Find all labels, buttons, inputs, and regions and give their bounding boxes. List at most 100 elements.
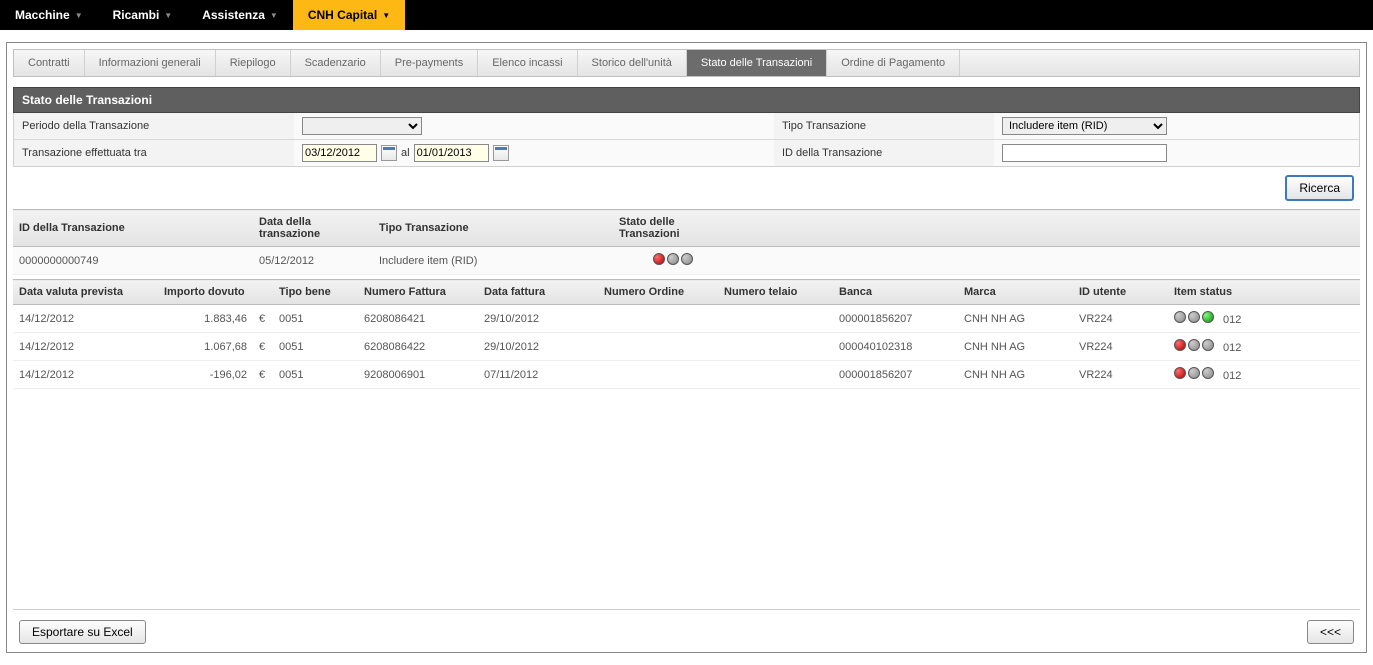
main-panel: Contratti Informazioni generali Riepilog…	[6, 42, 1367, 653]
cell-tipo-bene: 0051	[273, 361, 358, 389]
chevron-down-icon: ▼	[270, 11, 278, 20]
cell-currency: €	[253, 305, 273, 333]
status-indicator-icon	[1174, 311, 1214, 323]
calendar-icon[interactable]	[493, 145, 509, 161]
cell-num-ordine	[598, 361, 718, 389]
nav-label: CNH Capital	[308, 8, 377, 22]
tab-informazioni-generali[interactable]: Informazioni generali	[85, 50, 216, 76]
cell-data: 05/12/2012	[253, 247, 373, 275]
footer-bar: Esportare su Excel <<<	[13, 609, 1360, 646]
status-indicator-icon	[1174, 339, 1214, 351]
th-id-utente: ID utente	[1073, 280, 1168, 305]
cell-id: 0000000000749	[13, 247, 253, 275]
th-data-fattura: Data fattura	[478, 280, 598, 305]
tipo-select[interactable]: Includere item (RID)	[1002, 117, 1167, 135]
cell-num-fattura: 9208006901	[358, 361, 478, 389]
calendar-icon[interactable]	[381, 145, 397, 161]
cell-importo: -196,02	[158, 361, 253, 389]
cell-tipo-bene: 0051	[273, 333, 358, 361]
th-tipo: Tipo Transazione	[373, 210, 613, 247]
cell-data-valuta: 14/12/2012	[13, 305, 158, 333]
th-banca: Banca	[833, 280, 958, 305]
nav-assistenza[interactable]: Assistenza ▼	[187, 0, 293, 30]
date-from-input[interactable]	[302, 144, 377, 162]
transaction-table: ID della Transazione Data della transazi…	[13, 209, 1360, 275]
cell-importo: 1.883,46	[158, 305, 253, 333]
th-marca: Marca	[958, 280, 1073, 305]
periodo-select[interactable]	[302, 117, 422, 135]
cell-currency: €	[253, 361, 273, 389]
status-indicator-icon	[653, 253, 693, 265]
export-excel-button[interactable]: Esportare su Excel	[19, 620, 146, 644]
tab-elenco-incassi[interactable]: Elenco incassi	[478, 50, 577, 76]
idtrans-input[interactable]	[1002, 144, 1167, 162]
cell-currency: €	[253, 333, 273, 361]
section-title: Stato delle Transazioni	[13, 87, 1360, 113]
th-importo: Importo dovuto	[158, 280, 273, 305]
date-to-input[interactable]	[414, 144, 489, 162]
th-item-status: Item status	[1168, 280, 1360, 305]
date-separator: al	[401, 147, 410, 159]
cell-data-fattura: 07/11/2012	[478, 361, 598, 389]
cell-tipo-bene: 0051	[273, 305, 358, 333]
tab-riepilogo[interactable]: Riepilogo	[216, 50, 291, 76]
nav-macchine[interactable]: Macchine ▼	[0, 0, 98, 30]
th-blank	[733, 210, 1360, 247]
th-num-telaio: Numero telaio	[718, 280, 833, 305]
status-code: 012	[1220, 370, 1241, 382]
filter-panel: Periodo della Transazione Tipo Transazio…	[13, 113, 1360, 167]
cell-num-telaio	[718, 333, 833, 361]
cell-tipo: Includere item (RID)	[373, 247, 613, 275]
search-row: Ricerca	[13, 171, 1360, 205]
chevron-down-icon: ▼	[164, 11, 172, 20]
status-code: 012	[1220, 342, 1241, 354]
cell-banca: 000040102318	[833, 333, 958, 361]
cell-banca: 000001856207	[833, 361, 958, 389]
tab-pre-payments[interactable]: Pre-payments	[381, 50, 478, 76]
nav-cnh-capital[interactable]: CNH Capital ▼	[293, 0, 405, 30]
cell-item-status: 012	[1168, 361, 1360, 389]
table-row[interactable]: 14/12/20121.883,46€0051620808642129/10/2…	[13, 305, 1360, 333]
tab-stato-transazioni[interactable]: Stato delle Transazioni	[687, 50, 827, 76]
table-row[interactable]: 14/12/2012-196,02€0051920800690107/11/20…	[13, 361, 1360, 389]
detail-table: Data valuta prevista Importo dovuto Tipo…	[13, 279, 1360, 389]
cell-num-ordine	[598, 305, 718, 333]
cell-data-valuta: 14/12/2012	[13, 333, 158, 361]
nav-label: Assistenza	[202, 8, 265, 22]
cell-banca: 000001856207	[833, 305, 958, 333]
table-row[interactable]: 14/12/20121.067,68€0051620808642229/10/2…	[13, 333, 1360, 361]
cell-num-telaio	[718, 305, 833, 333]
chevron-down-icon: ▼	[75, 11, 83, 20]
transaction-row[interactable]: 0000000000749 05/12/2012 Includere item …	[13, 247, 1360, 275]
th-num-ordine: Numero Ordine	[598, 280, 718, 305]
cell-importo: 1.067,68	[158, 333, 253, 361]
periodo-label: Periodo della Transazione	[14, 113, 294, 139]
nav-label: Ricambi	[113, 8, 160, 22]
th-tipo-bene: Tipo bene	[273, 280, 358, 305]
cell-id-utente: VR224	[1073, 361, 1168, 389]
cell-id-utente: VR224	[1073, 305, 1168, 333]
cell-id-utente: VR224	[1073, 333, 1168, 361]
cell-num-ordine	[598, 333, 718, 361]
cell-data-fattura: 29/10/2012	[478, 305, 598, 333]
tab-scadenzario[interactable]: Scadenzario	[291, 50, 381, 76]
cell-num-fattura: 6208086422	[358, 333, 478, 361]
th-data-valuta: Data valuta prevista	[13, 280, 158, 305]
search-button[interactable]: Ricerca	[1285, 175, 1354, 201]
cell-data-fattura: 29/10/2012	[478, 333, 598, 361]
th-num-fattura: Numero Fattura	[358, 280, 478, 305]
chevron-down-icon: ▼	[382, 11, 390, 20]
back-button[interactable]: <<<	[1307, 620, 1354, 644]
th-id: ID della Transazione	[13, 210, 253, 247]
tipo-label: Tipo Transazione	[774, 113, 994, 139]
tab-contratti[interactable]: Contratti	[14, 50, 85, 76]
cell-marca: CNH NH AG	[958, 333, 1073, 361]
tab-ordine-pagamento[interactable]: Ordine di Pagamento	[827, 50, 960, 76]
nav-ricambi[interactable]: Ricambi ▼	[98, 0, 188, 30]
cell-item-status: 012	[1168, 305, 1360, 333]
cell-num-fattura: 6208086421	[358, 305, 478, 333]
cell-marca: CNH NH AG	[958, 305, 1073, 333]
nav-label: Macchine	[15, 8, 70, 22]
cell-data-valuta: 14/12/2012	[13, 361, 158, 389]
tab-storico-unita[interactable]: Storico dell'unità	[578, 50, 687, 76]
